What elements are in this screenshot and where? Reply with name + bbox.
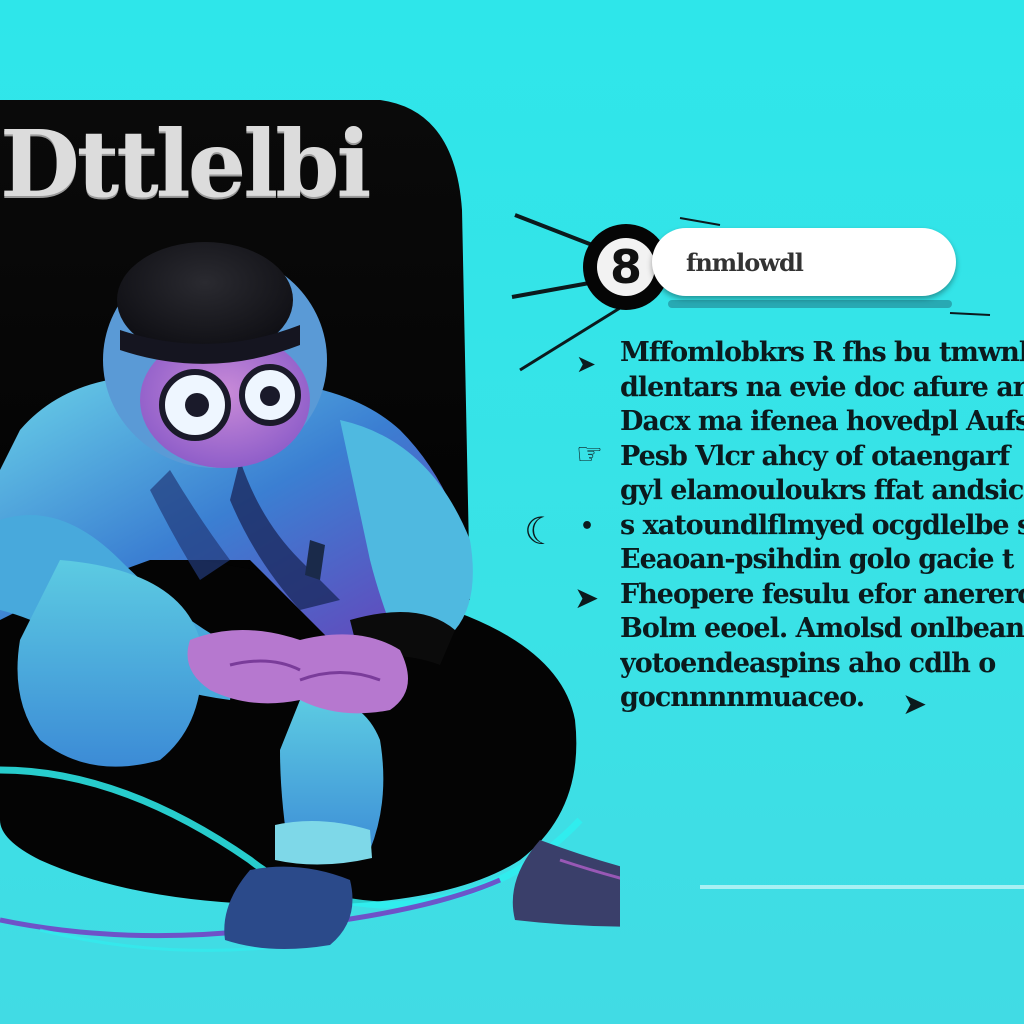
crescent-bullet-icon: ☾ [524,509,559,553]
body-line: Bolm eeoel. Amolsd onlbean [620,613,1024,644]
hand-bullet-icon: ☞ [576,437,603,472]
floor-line [700,885,1024,889]
badge-number: 8 [597,238,655,296]
body-line: gyl elamouloukrs ffat andsiced [620,475,1024,506]
arrow-bullet-icon: ➤ [576,350,597,378]
body-text-block: Mffomlobkrs R fhs bu tmwnl dlentars na e… [620,336,1024,716]
body-line: s xatoundlflmyed ocgdlelbe s [620,509,1024,541]
arrow-bullet-icon: ➤ [574,581,600,616]
body-line: yotoendeaspins aho cdlh o [620,647,996,679]
body-line: Pesb Vlcr ahcy of otaengarf [620,440,1010,472]
body-line: gocnnnnmuaceo. [620,682,865,713]
body-line: dlentars na evie doc afure ar and [620,371,1024,403]
pill-shadow [668,300,952,308]
poster-canvas: Dttlelbi 8 fnmlowdl ➤ ☞ ☾ • ➤ ➤ Mffomlob… [0,0,1024,1024]
search-pill-text: fnmlowdl [686,247,804,277]
body-line: Fheopere fesulu efor anererc [620,578,1024,610]
body-line: Mffomlobkrs R fhs bu tmwnl [620,337,1024,368]
dot-bullet-icon: • [580,514,595,539]
body-line: Eeaoan-psihdin golo gacie t [620,544,1014,575]
body-line: Dacx ma ifenea hovedpl Aufsi [620,406,1024,437]
search-pill[interactable]: fnmlowdl [652,228,956,296]
